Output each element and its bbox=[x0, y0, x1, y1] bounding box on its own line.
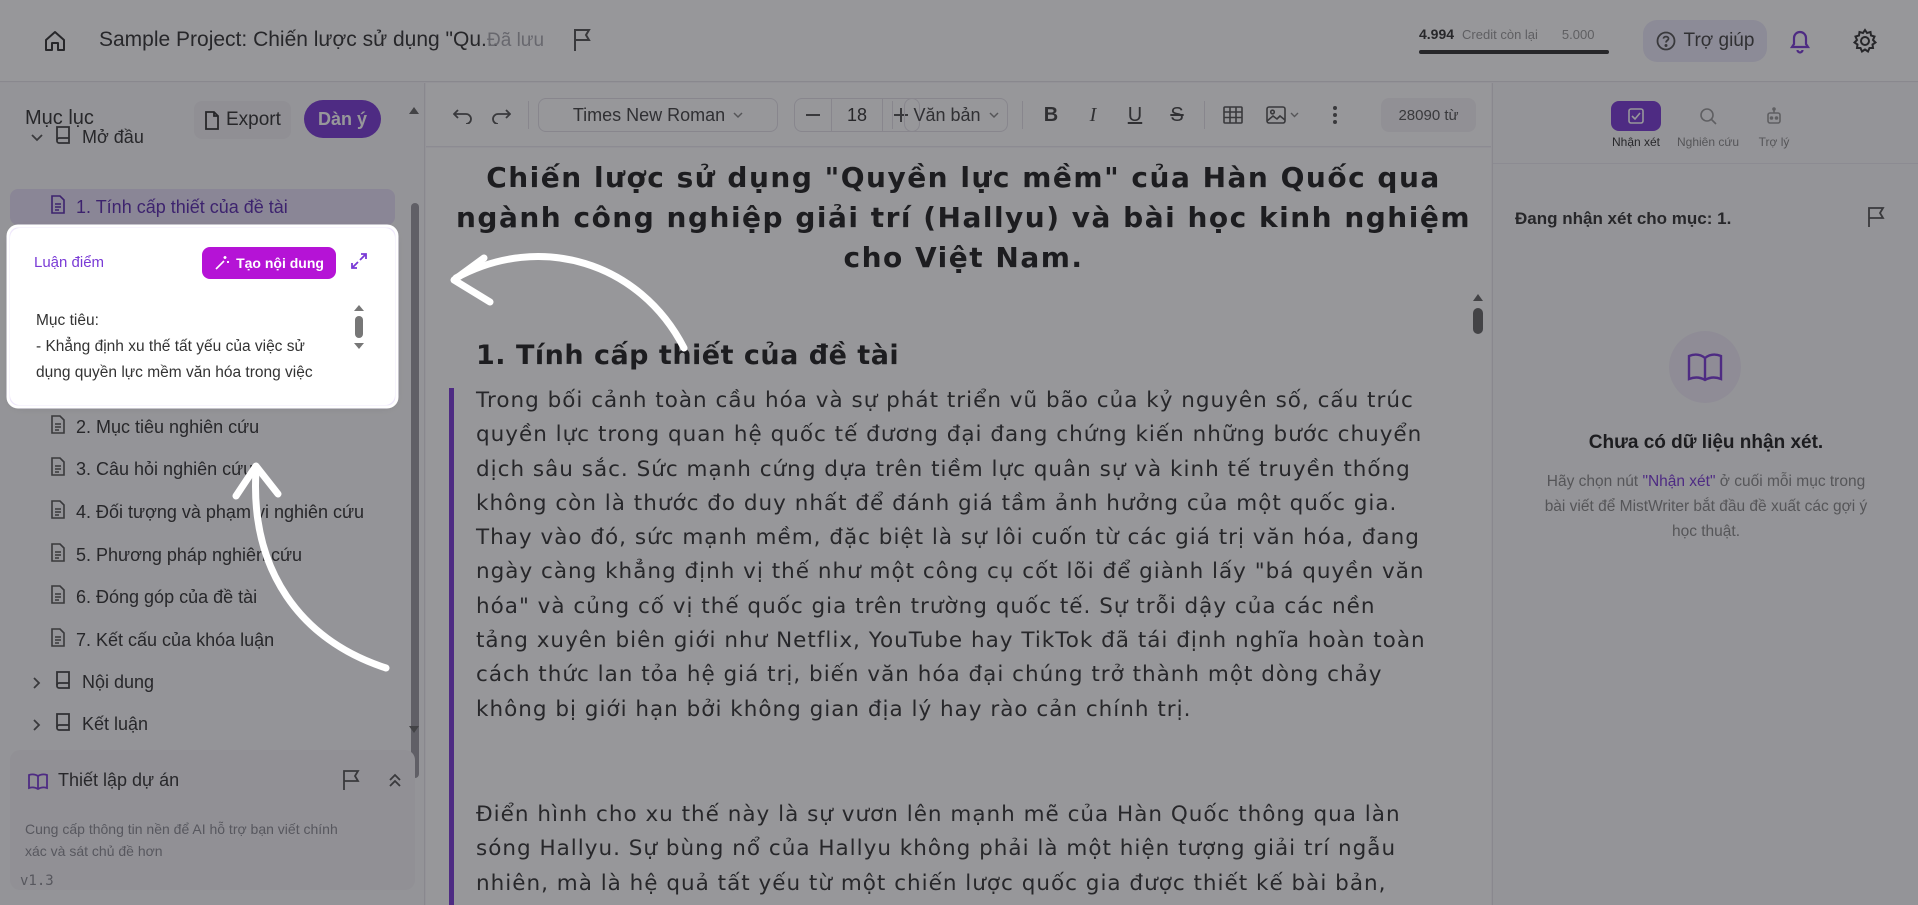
tutorial-overlay bbox=[0, 0, 1918, 905]
